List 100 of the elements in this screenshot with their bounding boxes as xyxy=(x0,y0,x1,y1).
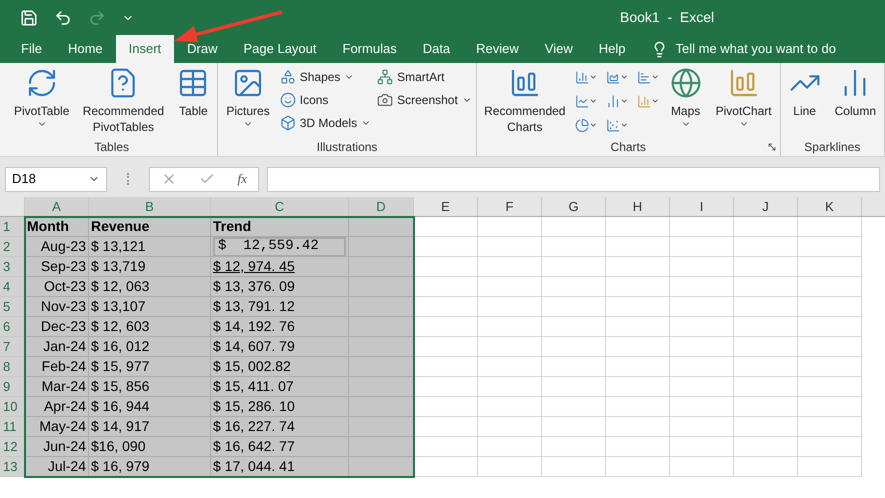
grid-cell xyxy=(734,397,798,417)
row-header[interactable]: 9 xyxy=(0,377,25,397)
grid-cell xyxy=(414,457,478,477)
grid-cell xyxy=(798,317,862,337)
grid-cell xyxy=(798,257,862,277)
grid-cell xyxy=(349,437,414,457)
ribbon-button[interactable]: Screenshot xyxy=(377,90,472,110)
insert-function-button[interactable]: fx xyxy=(238,169,247,189)
ribbon-button[interactable]: Recommended PivotTables xyxy=(79,63,168,135)
grid-cell xyxy=(670,397,734,417)
grid-cell xyxy=(478,377,542,397)
camera-icon xyxy=(377,92,394,108)
grid-cell xyxy=(414,237,478,257)
grid-cell xyxy=(478,317,542,337)
ribbon-button[interactable]: Icons xyxy=(280,90,372,110)
save-button[interactable] xyxy=(20,8,38,26)
table-cell: May-24 xyxy=(25,417,89,437)
grid-cell xyxy=(606,277,670,297)
ribbon-button[interactable]: Pictures xyxy=(222,63,274,129)
table-cell: Month xyxy=(25,217,89,237)
column-header[interactable]: E xyxy=(414,197,478,216)
dialog-launcher-icon[interactable] xyxy=(766,142,777,152)
row-header[interactable]: 6 xyxy=(0,317,25,337)
ribbon-tab[interactable]: Data xyxy=(410,35,464,63)
column-header[interactable]: C xyxy=(211,197,349,216)
ribbon-tab[interactable]: Help xyxy=(586,35,638,63)
row-header[interactable]: 10 xyxy=(0,397,25,417)
pie-chart-icon xyxy=(574,116,590,134)
grid-cell xyxy=(414,377,478,397)
ribbon-button[interactable]: SmartArt xyxy=(377,67,472,87)
table-cell: $ 16, 979 xyxy=(89,457,211,477)
ribbon-tab[interactable]: Home xyxy=(54,35,116,63)
grid-cell xyxy=(734,457,798,477)
row-header[interactable]: 8 xyxy=(0,357,25,377)
ribbon-button[interactable]: Column xyxy=(830,63,880,119)
row-header[interactable]: 12 xyxy=(0,437,25,457)
save-icon xyxy=(20,8,38,26)
grid-cell xyxy=(798,377,862,397)
table-cell: Oct-23 xyxy=(25,277,89,297)
grid-cell xyxy=(606,457,670,477)
column-header[interactable]: I xyxy=(670,197,734,216)
row-header[interactable]: 5 xyxy=(0,297,25,317)
grid-cell xyxy=(734,217,798,237)
grid-cell xyxy=(542,377,606,397)
ribbon-button[interactable]: PivotTable xyxy=(10,63,74,129)
ribbon-button[interactable]: Maps xyxy=(666,63,706,129)
cube-icon xyxy=(280,115,296,131)
column-header[interactable]: K xyxy=(798,197,862,216)
ribbon-button[interactable]: 3D Models xyxy=(280,113,372,133)
grid-cell xyxy=(414,217,478,237)
column-header[interactable]: G xyxy=(542,197,606,216)
grid-cell xyxy=(606,317,670,337)
ribbon-tab[interactable]: Review xyxy=(463,35,532,63)
ribbon-button[interactable]: Recommended Charts xyxy=(480,63,569,135)
ribbon-button[interactable]: Line xyxy=(784,63,825,119)
grid-cell xyxy=(606,257,670,277)
grid-cell xyxy=(606,337,670,357)
column-header[interactable]: H xyxy=(606,197,670,216)
table-cell: $16, 090 xyxy=(89,437,211,457)
ribbon-tab[interactable]: Formulas xyxy=(330,35,410,63)
ribbon-tab[interactable]: Draw xyxy=(174,35,230,63)
tell-me-field[interactable]: Tell me what you want to do xyxy=(676,39,836,59)
ribbon-tab[interactable]: File xyxy=(8,35,55,63)
grid-cell xyxy=(670,237,734,257)
row-header[interactable]: 13 xyxy=(0,457,25,477)
grid-cell xyxy=(414,397,478,417)
table-cell: $ 15, 286. 10 xyxy=(211,397,349,417)
cell-reference: D18 xyxy=(12,170,36,188)
ribbon-button[interactable]: PivotChart xyxy=(712,63,776,129)
column-header[interactable]: F xyxy=(478,197,542,216)
grid-cell xyxy=(542,237,606,257)
column-header[interactable]: D xyxy=(349,197,414,216)
ribbon-button[interactable]: Table xyxy=(173,63,214,119)
grid-cell xyxy=(542,337,606,357)
name-box[interactable]: D18 xyxy=(5,166,107,192)
group-label: Sparklines xyxy=(804,139,860,156)
formula-field[interactable] xyxy=(267,166,880,192)
row-header[interactable]: 7 xyxy=(0,337,25,357)
ribbon-tab[interactable]: View xyxy=(532,35,586,63)
ribbon-tab[interactable]: Page Layout xyxy=(230,35,330,63)
grid-cell xyxy=(606,217,670,237)
window-title: Book1 - Excel xyxy=(620,8,714,27)
column-header[interactable]: B xyxy=(89,197,211,216)
row-header[interactable]: 3 xyxy=(0,257,25,277)
undo-button[interactable] xyxy=(54,8,72,26)
grid-cell xyxy=(414,437,478,457)
table-cell: Apr-24 xyxy=(25,397,89,417)
row-header[interactable]: 1 xyxy=(0,217,25,237)
ribbon-button[interactable]: Shapes xyxy=(280,67,372,87)
grid-cell xyxy=(349,257,414,277)
row-header[interactable]: 4 xyxy=(0,277,25,297)
ribbon-tab[interactable]: Insert xyxy=(116,35,174,63)
row-header[interactable]: 11 xyxy=(0,417,25,437)
grid-cell xyxy=(606,417,670,437)
row-header[interactable]: 2 xyxy=(0,237,25,257)
grid-cell xyxy=(798,457,862,477)
grid-cell xyxy=(670,417,734,437)
grid-cell xyxy=(798,417,862,437)
column-header[interactable]: A xyxy=(25,197,89,216)
column-header[interactable]: J xyxy=(734,197,798,216)
